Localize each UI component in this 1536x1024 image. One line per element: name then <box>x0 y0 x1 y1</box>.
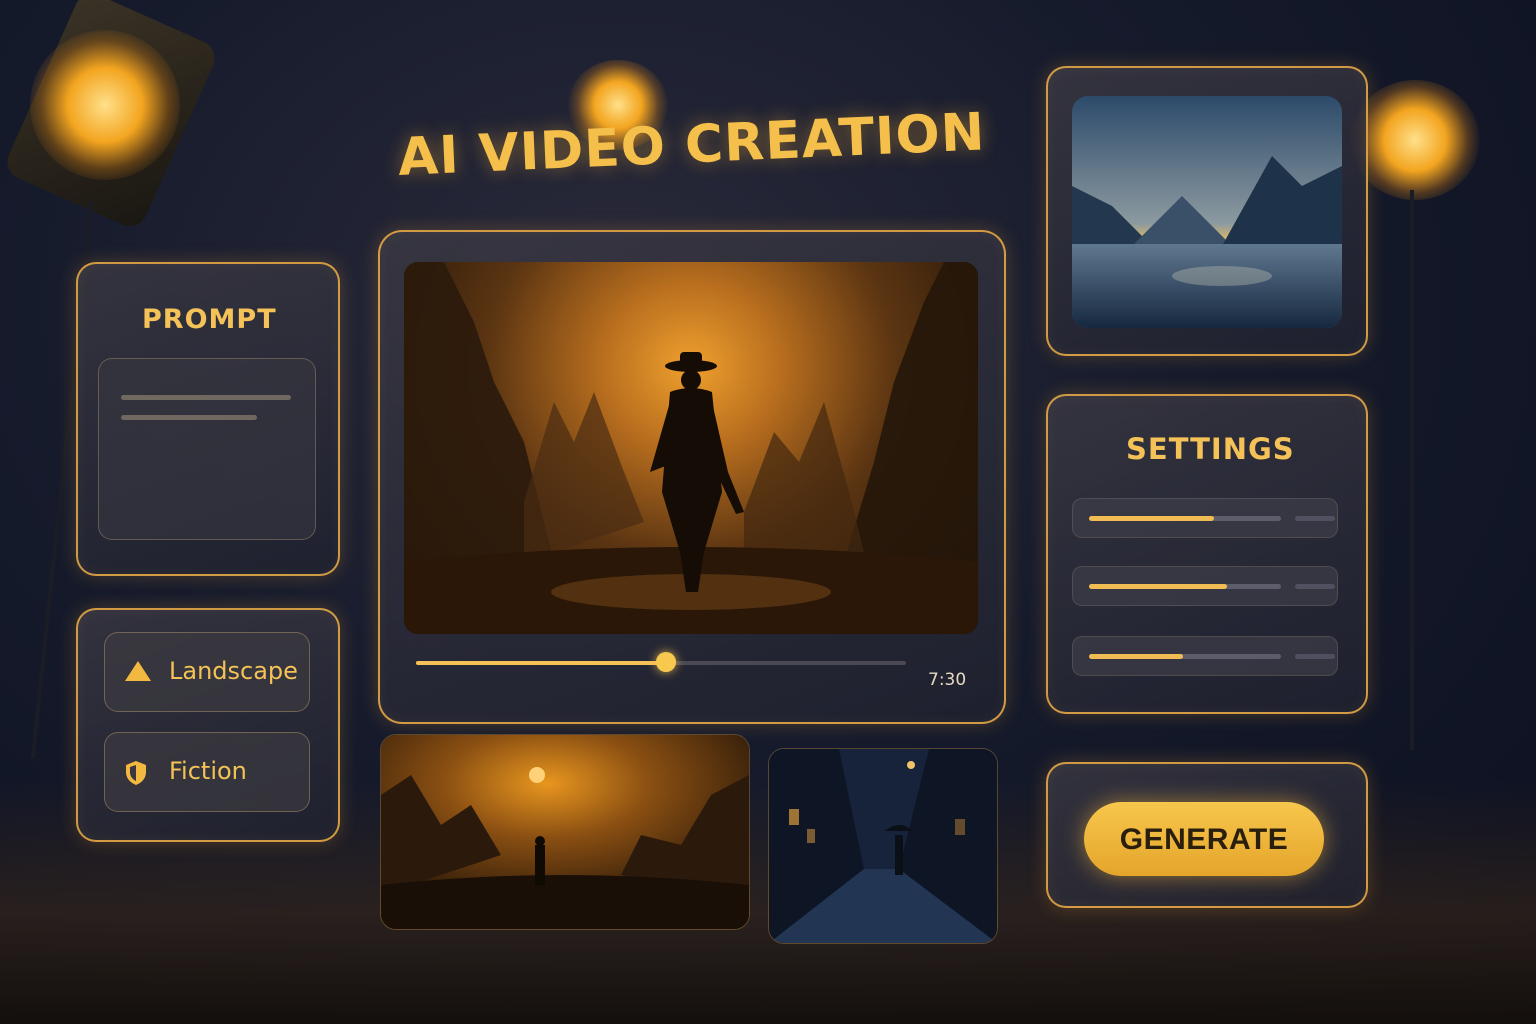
video-duration: 7:30 <box>928 670 967 690</box>
option-fiction-label: Fiction <box>169 757 247 785</box>
video-preview[interactable] <box>404 262 978 634</box>
option-landscape[interactable]: Landscape <box>104 632 310 712</box>
prompt-text-placeholder-line <box>121 395 291 400</box>
generate-panel: GENERATE <box>1046 762 1368 908</box>
reference-mountain-lake-image <box>1072 96 1342 328</box>
video-progress-fill <box>416 661 666 665</box>
reference-image-panel <box>1046 66 1368 356</box>
setting-slider-2-fill <box>1089 584 1228 589</box>
setting-slider-3[interactable] <box>1072 636 1338 676</box>
video-player: 7:30 <box>378 230 1006 724</box>
prompt-text-placeholder-line <box>121 415 257 420</box>
option-fiction[interactable]: Fiction <box>104 732 310 812</box>
thumbnail-rainy-street[interactable] <box>768 748 998 944</box>
setting-slider-3-value-stub <box>1295 654 1335 659</box>
setting-slider-1-track <box>1089 516 1281 521</box>
reference-image[interactable] <box>1072 96 1342 328</box>
setting-slider-1-fill <box>1089 516 1214 521</box>
video-scene-image <box>404 262 978 634</box>
options-panel: Landscape Fiction <box>76 608 340 842</box>
setting-slider-3-track <box>1089 654 1281 659</box>
prompt-input[interactable] <box>98 358 316 540</box>
thumbnail-desert[interactable] <box>380 734 750 930</box>
triangle-icon <box>123 659 153 687</box>
prompt-heading: PROMPT <box>142 304 277 335</box>
option-landscape-label: Landscape <box>169 657 298 685</box>
studio-stand-right <box>1410 190 1414 750</box>
studio-light-left <box>30 30 180 180</box>
shield-icon <box>123 759 149 791</box>
setting-slider-2-track <box>1089 584 1281 589</box>
video-progress-bar[interactable] <box>416 652 906 672</box>
setting-slider-3-fill <box>1089 654 1184 659</box>
thumbnail-rainy-street-image <box>769 749 997 943</box>
studio-light-right <box>1350 80 1480 200</box>
settings-panel: SETTINGS <box>1046 394 1368 714</box>
setting-slider-2-value-stub <box>1295 584 1335 589</box>
generate-button[interactable]: GENERATE <box>1084 802 1324 876</box>
setting-slider-1-value-stub <box>1295 516 1335 521</box>
setting-slider-1[interactable] <box>1072 498 1338 538</box>
settings-heading: SETTINGS <box>1126 432 1295 466</box>
video-scrubber-handle[interactable] <box>655 652 676 672</box>
setting-slider-2[interactable] <box>1072 566 1338 606</box>
prompt-panel: PROMPT <box>76 262 340 576</box>
thumbnail-desert-image <box>381 735 749 929</box>
page-title: AI VIDEO CREATION <box>396 102 987 188</box>
